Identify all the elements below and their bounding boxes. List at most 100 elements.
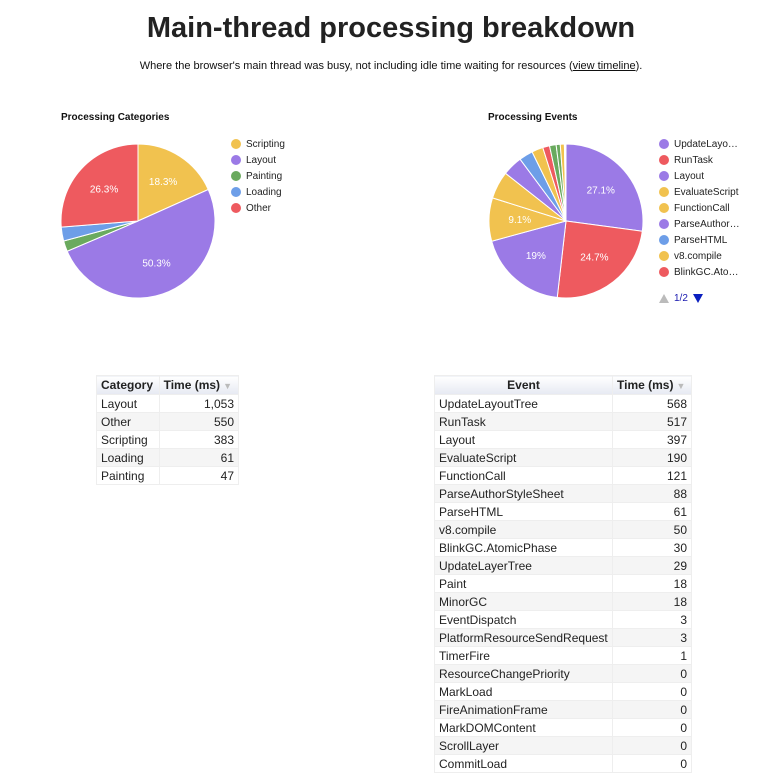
table-row[interactable]: RunTask 517 — [434, 412, 692, 431]
row-time-value: 29 — [612, 556, 692, 575]
legend-label: Layout — [246, 154, 277, 166]
table-row[interactable]: ScrollLayer 0 — [434, 736, 692, 755]
row-time-value: 1 — [612, 646, 692, 665]
table-row[interactable]: MinorGC 18 — [434, 592, 692, 611]
legend-item[interactable]: Layout — [231, 152, 285, 168]
table-row[interactable]: CommitLoad 0 — [434, 754, 692, 773]
column-header-time[interactable]: Time (ms) ▼ — [612, 375, 692, 395]
row-label: EvaluateScript — [434, 448, 613, 467]
categories-table: Category Time (ms) ▼ Layout 1,053 Other 550 S… — [96, 375, 240, 485]
row-label: ScrollLayer — [434, 736, 613, 755]
legend-item[interactable]: ParseAuthor… — [659, 216, 740, 232]
row-label: MinorGC — [434, 592, 613, 611]
legend-swatch-icon — [231, 139, 241, 149]
legend-label: EvaluateScript — [674, 186, 739, 198]
row-time-value: 47 — [158, 466, 240, 485]
table-row[interactable]: ResourceChangePriority 0 — [434, 664, 692, 683]
legend-label: FunctionCall — [674, 202, 730, 214]
pie-slice-label: 18.3% — [149, 177, 177, 188]
legend-prev-page-icon[interactable] — [659, 294, 669, 303]
row-time-value: 568 — [612, 394, 692, 413]
table-row[interactable]: UpdateLayoutTree 568 — [434, 394, 692, 413]
legend-label: v8.compile — [674, 250, 722, 262]
table-row[interactable]: MarkDOMContent 0 — [434, 718, 692, 737]
table-row[interactable]: UpdateLayerTree 29 — [434, 556, 692, 575]
table-row[interactable]: Loading 61 — [96, 448, 240, 467]
sort-desc-icon: ▼ — [223, 381, 232, 391]
legend-item[interactable]: Layout — [659, 168, 740, 184]
row-label: v8.compile — [434, 520, 613, 539]
table-row[interactable]: PlatformResourceSendRequest 3 — [434, 628, 692, 647]
subtitle-text: Where the browser's main thread was busy… — [139, 60, 573, 72]
legend-swatch-icon — [659, 235, 669, 245]
table-row[interactable]: v8.compile 50 — [434, 520, 692, 539]
table-row[interactable]: Paint 18 — [434, 574, 692, 593]
table-row[interactable]: BlinkGC.AtomicPhase 30 — [434, 538, 692, 557]
row-label: PlatformResourceSendRequest — [434, 628, 613, 647]
row-time-value: 121 — [612, 466, 692, 485]
categories-chart-title: Processing Categories — [61, 112, 170, 123]
row-time-value: 0 — [612, 718, 692, 737]
legend-swatch-icon — [231, 171, 241, 181]
legend-item[interactable]: Scripting — [231, 136, 285, 152]
table-row[interactable]: FireAnimationFrame 0 — [434, 700, 692, 719]
row-label: ParseAuthorStyleSheet — [434, 484, 613, 503]
legend-item[interactable]: RunTask — [659, 152, 740, 168]
row-label: Loading — [96, 448, 160, 467]
legend-item[interactable]: ParseHTML — [659, 232, 740, 248]
row-label: RunTask — [434, 412, 613, 431]
legend-item[interactable]: Other — [231, 200, 285, 216]
legend-label: RunTask — [674, 154, 713, 166]
table-row[interactable]: Layout 1,053 — [96, 394, 240, 413]
table-row[interactable]: MarkLoad 0 — [434, 682, 692, 701]
row-time-value: 88 — [612, 484, 692, 503]
table-row[interactable]: Painting 47 — [96, 466, 240, 485]
row-time-value: 383 — [158, 430, 240, 449]
table-row[interactable]: ParseHTML 61 — [434, 502, 692, 521]
events-table: Event Time (ms) ▼ UpdateLayoutTree 568 RunT… — [434, 375, 692, 773]
legend-item[interactable]: Loading — [231, 184, 285, 200]
pie-slice-label: 27.1% — [587, 186, 615, 197]
row-label: MarkLoad — [434, 682, 613, 701]
row-label: Painting — [96, 466, 160, 485]
column-header-event[interactable]: Event — [434, 375, 613, 395]
legend-label: BlinkGC.Ato… — [674, 266, 739, 278]
legend-swatch-icon — [659, 219, 669, 229]
column-header-category[interactable]: Category — [96, 375, 160, 395]
table-row[interactable]: TimerFire 1 — [434, 646, 692, 665]
table-row[interactable]: FunctionCall 121 — [434, 466, 692, 485]
categories-pie-chart: 18.3% 50.3% 26.3% — [60, 143, 216, 299]
row-time-value: 50 — [612, 520, 692, 539]
table-row[interactable]: ParseAuthorStyleSheet 88 — [434, 484, 692, 503]
table-row[interactable]: EvaluateScript 190 — [434, 448, 692, 467]
row-time-value: 61 — [612, 502, 692, 521]
column-header-time[interactable]: Time (ms) ▼ — [158, 375, 240, 395]
legend-item[interactable]: EvaluateScript — [659, 184, 740, 200]
legend-item[interactable]: BlinkGC.Ato… — [659, 264, 740, 280]
table-row[interactable]: Other 550 — [96, 412, 240, 431]
legend-item[interactable]: UpdateLayo… — [659, 136, 740, 152]
row-label: Layout — [434, 430, 613, 449]
row-label: EventDispatch — [434, 610, 613, 629]
row-time-value: 0 — [612, 664, 692, 683]
row-time-value: 0 — [612, 682, 692, 701]
view-timeline-link[interactable]: view timeline — [573, 60, 636, 72]
row-time-value: 3 — [612, 628, 692, 647]
row-time-value: 0 — [612, 754, 692, 773]
legend-item[interactable]: Painting — [231, 168, 285, 184]
legend-swatch-icon — [659, 171, 669, 181]
table-row[interactable]: Scripting 383 — [96, 430, 240, 449]
row-label: FunctionCall — [434, 466, 613, 485]
legend-item[interactable]: FunctionCall — [659, 200, 740, 216]
legend-swatch-icon — [231, 155, 241, 165]
legend-next-page-icon[interactable] — [692, 294, 703, 303]
row-label: UpdateLayoutTree — [434, 394, 613, 413]
row-time-value: 1,053 — [158, 394, 240, 413]
legend-item[interactable]: v8.compile — [659, 248, 740, 264]
legend-swatch-icon — [659, 187, 669, 197]
legend-page-indicator: 1/2 — [674, 293, 688, 304]
table-row[interactable]: EventDispatch 3 — [434, 610, 692, 629]
table-row[interactable]: Layout 397 — [434, 430, 692, 449]
page-title: Main-thread processing breakdown — [146, 12, 636, 44]
legend-swatch-icon — [659, 267, 669, 277]
